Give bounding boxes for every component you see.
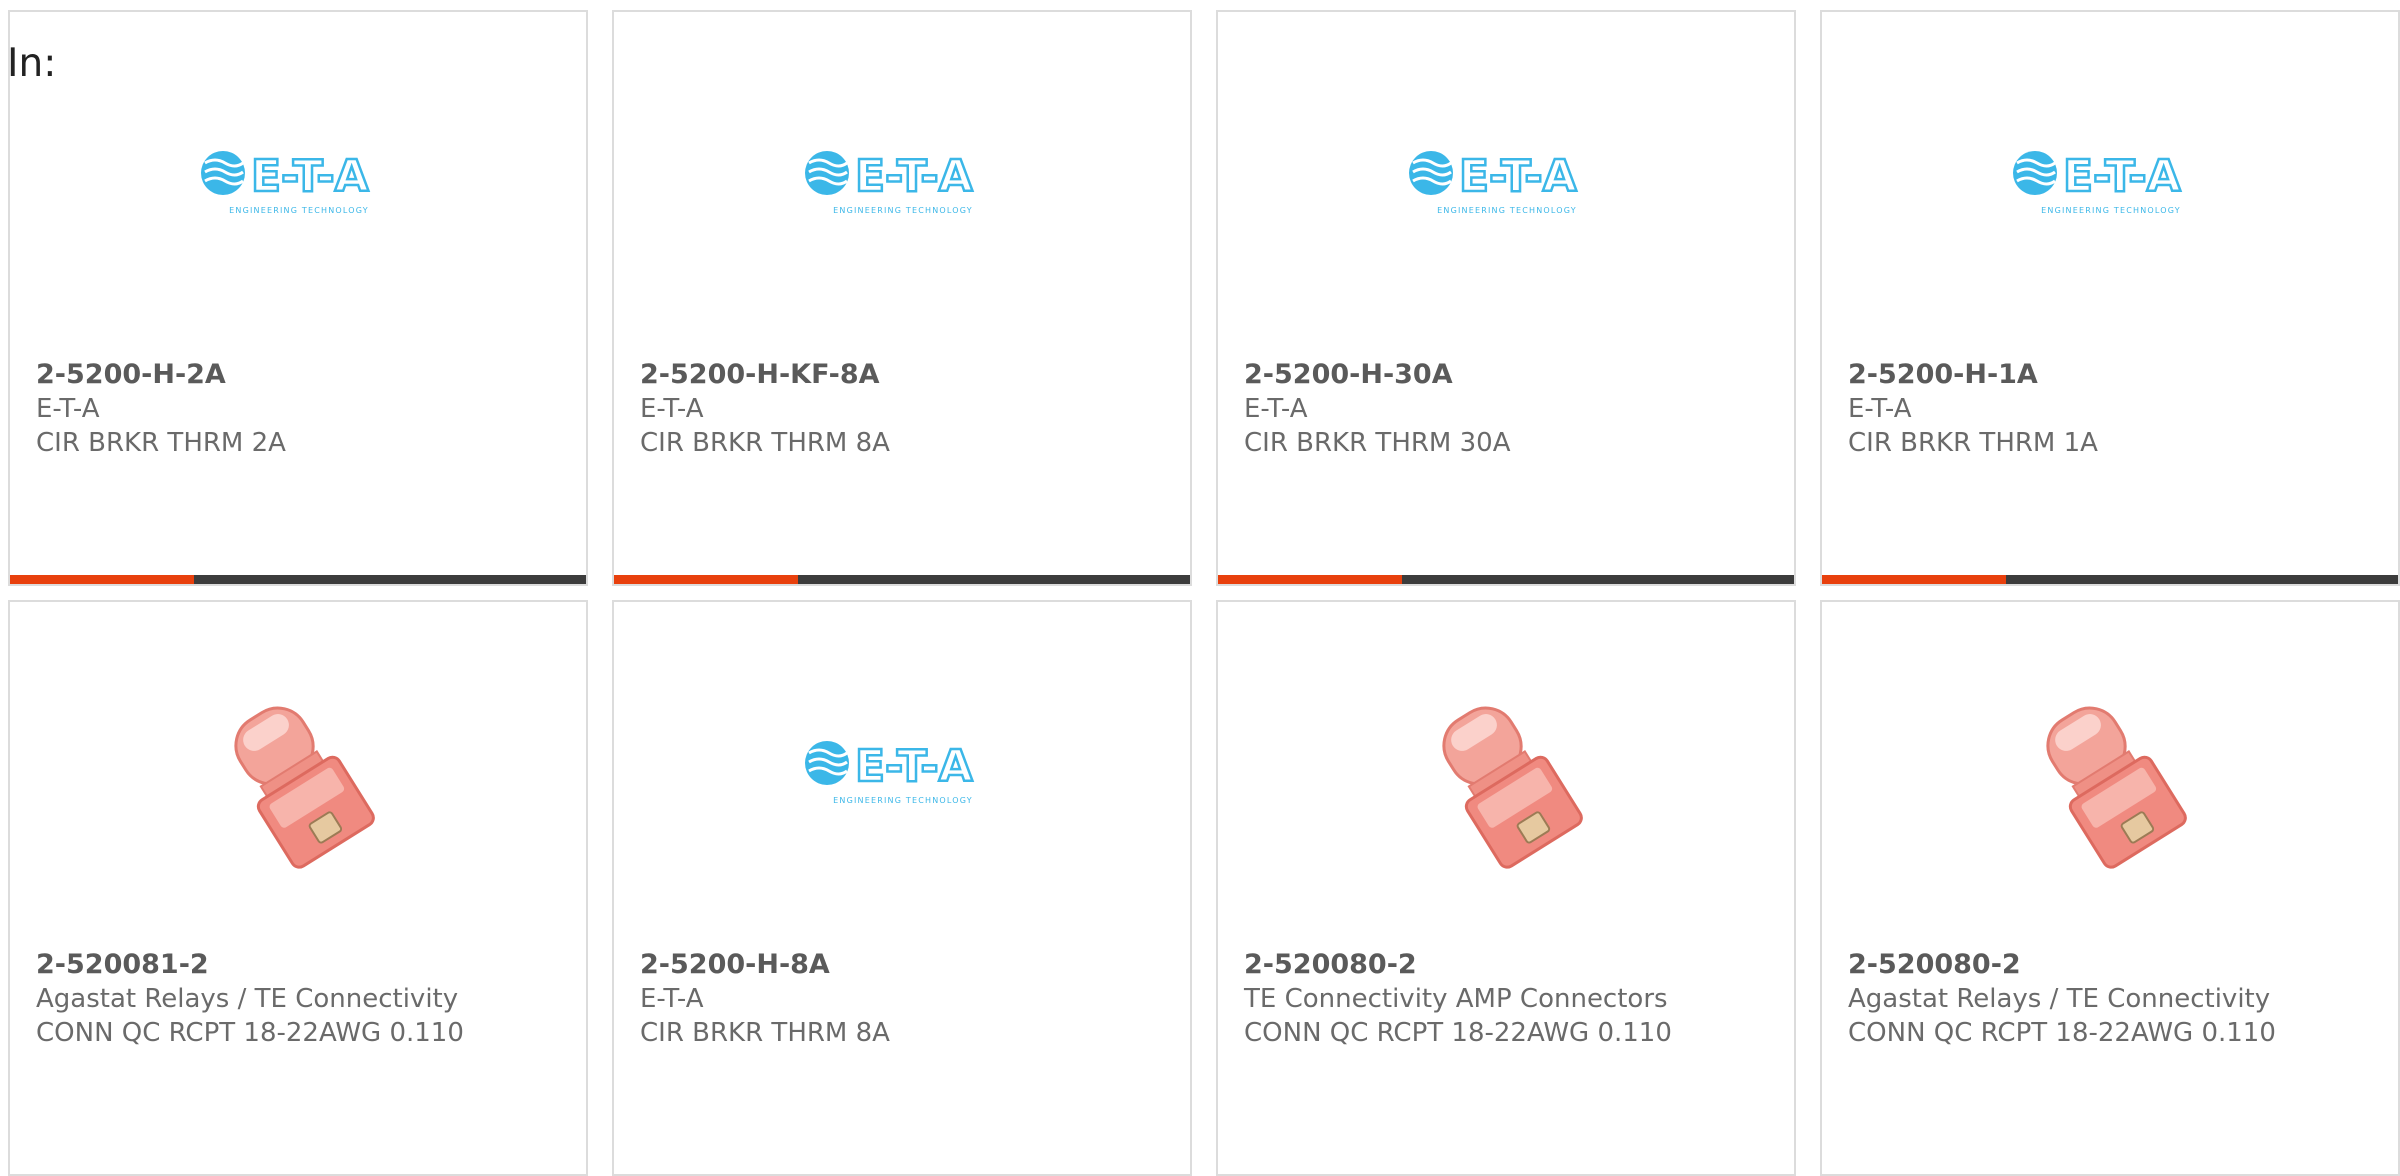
eta-logo-icon: E-T-A ENGINEERING TECHNOLOGY xyxy=(201,150,370,215)
product-card[interactable]: E-T-A ENGINEERING TECHNOLOGY 2-5200-H-30A E… xyxy=(1216,10,1796,586)
eta-logo-text: E-T-A xyxy=(2063,151,2181,202)
part-number[interactable]: 2-5200-H-2A xyxy=(36,358,226,392)
card-progress-fill xyxy=(614,575,799,584)
product-description: CIR BRKR THRM 30A xyxy=(1244,428,1511,458)
manufacturer-name: E-T-A xyxy=(1848,394,1912,424)
product-card[interactable]: E-T-A ENGINEERING TECHNOLOGY 2-5200-H-KF-8… xyxy=(612,10,1192,586)
product-image[interactable]: E-T-A ENGINEERING TECHNOLOGY xyxy=(1405,82,1610,282)
product-grid: E-T-A ENGINEERING TECHNOLOGY 2-5200-H-2A E-… xyxy=(0,0,2400,1176)
manufacturer-name: E-T-A xyxy=(1244,394,1308,424)
product-description: CIR BRKR THRM 8A xyxy=(640,1018,890,1048)
quick-connect-terminal-icon xyxy=(234,706,375,869)
manufacturer-name: TE Connectivity AMP Connectors xyxy=(1244,984,1668,1014)
card-progress-bar xyxy=(614,575,1190,584)
product-card[interactable]: E-T-A ENGINEERING TECHNOLOGY 2-5200-H-2A E-… xyxy=(8,10,588,586)
product-description: CONN QC RCPT 18-22AWG 0.110 xyxy=(1848,1018,2276,1048)
product-card[interactable]: 2-520081-2 Agastat Relays / TE Connectivi… xyxy=(8,600,588,1176)
manufacturer-name: E-T-A xyxy=(36,394,100,424)
part-number[interactable]: 2-5200-H-KF-8A xyxy=(640,358,880,392)
eta-logo-text: E-T-A xyxy=(855,151,973,202)
eta-logo-tagline: ENGINEERING TECHNOLOGY xyxy=(833,796,973,805)
card-progress-fill xyxy=(1822,575,2007,584)
card-progress-fill xyxy=(10,575,195,584)
product-image[interactable]: E-T-A ENGINEERING TECHNOLOGY xyxy=(2009,82,2214,282)
product-card[interactable]: E-T-A ENGINEERING TECHNOLOGY 2-5200-H-8A E-… xyxy=(612,600,1192,1176)
eta-logo-text: E-T-A xyxy=(251,151,369,202)
part-number[interactable]: 2-5200-H-1A xyxy=(1848,358,2038,392)
manufacturer-name: Agastat Relays / TE Connectivity xyxy=(36,984,459,1014)
product-image[interactable] xyxy=(197,672,402,872)
product-description: CONN QC RCPT 18-22AWG 0.110 xyxy=(36,1018,464,1048)
filter-label: In: xyxy=(7,41,57,86)
card-progress-bar xyxy=(1822,575,2398,584)
part-number[interactable]: 2-520080-2 xyxy=(1848,948,2021,982)
product-image[interactable]: E-T-A ENGINEERING TECHNOLOGY xyxy=(801,672,1006,872)
card-progress-fill xyxy=(1218,575,1403,584)
eta-logo-tagline: ENGINEERING TECHNOLOGY xyxy=(1437,206,1577,215)
eta-logo-tagline: ENGINEERING TECHNOLOGY xyxy=(2041,206,2181,215)
product-card[interactable]: 2-520080-2 Agastat Relays / TE Connectivi… xyxy=(1820,600,2400,1176)
eta-logo-icon: E-T-A ENGINEERING TECHNOLOGY xyxy=(805,150,974,215)
eta-logo-icon: E-T-A ENGINEERING TECHNOLOGY xyxy=(2013,150,2182,215)
part-number[interactable]: 2-5200-H-30A xyxy=(1244,358,1453,392)
part-number[interactable]: 2-520081-2 xyxy=(36,948,209,982)
quick-connect-terminal-icon xyxy=(1442,706,1583,869)
eta-logo-icon: E-T-A ENGINEERING TECHNOLOGY xyxy=(1409,150,1578,215)
product-card[interactable]: 2-520080-2 TE Connectivity AMP Connectors… xyxy=(1216,600,1796,1176)
part-number[interactable]: 2-5200-H-8A xyxy=(640,948,830,982)
eta-logo-icon: E-T-A ENGINEERING TECHNOLOGY xyxy=(805,740,974,805)
eta-logo-tagline: ENGINEERING TECHNOLOGY xyxy=(229,206,369,215)
product-image[interactable]: E-T-A ENGINEERING TECHNOLOGY xyxy=(197,82,402,282)
product-description: CONN QC RCPT 18-22AWG 0.110 xyxy=(1244,1018,1672,1048)
manufacturer-name: E-T-A xyxy=(640,394,704,424)
eta-logo-text: E-T-A xyxy=(855,741,973,792)
product-image[interactable] xyxy=(1405,672,1610,872)
product-description: CIR BRKR THRM 8A xyxy=(640,428,890,458)
product-image[interactable] xyxy=(2009,672,2214,872)
product-image[interactable]: E-T-A ENGINEERING TECHNOLOGY xyxy=(801,82,1006,282)
product-description: CIR BRKR THRM 1A xyxy=(1848,428,2098,458)
product-card[interactable]: E-T-A ENGINEERING TECHNOLOGY 2-5200-H-1A E-… xyxy=(1820,10,2400,586)
part-number[interactable]: 2-520080-2 xyxy=(1244,948,1417,982)
manufacturer-name: E-T-A xyxy=(640,984,704,1014)
quick-connect-terminal-icon xyxy=(2046,706,2187,869)
eta-logo-tagline: ENGINEERING TECHNOLOGY xyxy=(833,206,973,215)
card-progress-bar xyxy=(1218,575,1794,584)
eta-logo-text: E-T-A xyxy=(1459,151,1577,202)
manufacturer-name: Agastat Relays / TE Connectivity xyxy=(1848,984,2271,1014)
card-progress-bar xyxy=(10,575,586,584)
product-description: CIR BRKR THRM 2A xyxy=(36,428,286,458)
